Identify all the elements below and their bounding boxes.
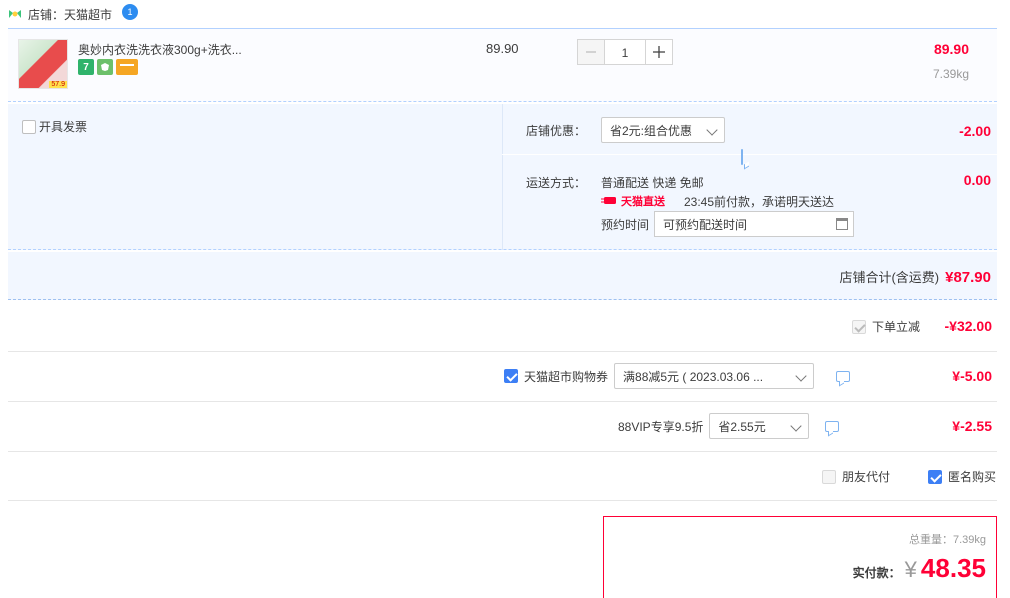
friend-pay-label: 朋友代付 — [841, 470, 890, 484]
coupon-amount: ¥-5.00 — [952, 368, 992, 384]
store-name[interactable]: 店铺：天猫超市 — [28, 6, 112, 23]
reserve-time-input[interactable]: 可预约配送时间 — [654, 211, 854, 237]
product-service-icons: 7 — [78, 59, 138, 75]
vip-selected: 省2.55元 — [718, 419, 766, 434]
total-weight: 总重量：7.39kg — [908, 534, 986, 546]
anonymous-checkbox[interactable] — [927, 469, 942, 484]
wangwang-badge: 1 — [127, 7, 133, 17]
chevron-down-icon — [706, 124, 718, 136]
product-image-price-tag: 57.9 — [49, 81, 67, 88]
product-title[interactable]: 奥妙内衣洗洗衣液300g+洗衣... — [78, 41, 242, 58]
panel-divider — [502, 104, 503, 250]
row-divider — [8, 451, 997, 452]
currency-symbol: ¥ — [904, 557, 917, 582]
coupon-option: 天猫超市购物券 满88减5元 ( 2023.03.06 ... — [504, 363, 851, 389]
store-icon — [9, 10, 21, 18]
store-discount-label: 店铺优惠： — [526, 124, 587, 138]
shipping-label: 运送方式： — [526, 176, 587, 190]
coupon-checkbox[interactable] — [504, 369, 518, 383]
credit-card-icon — [116, 59, 138, 75]
store-header: 店铺：天猫超市 1 — [8, 4, 139, 24]
quantity-decrease-button[interactable] — [577, 39, 605, 65]
coupon-select[interactable]: 满88减5元 ( 2023.03.06 ... — [614, 363, 815, 389]
row-divider — [8, 351, 997, 352]
delivery-promise: 23:45前付款，承诺明天送达 — [684, 195, 835, 209]
instant-discount-amount: -¥32.00 — [944, 318, 992, 334]
shipping-method: 普通配送 快递 免邮 — [601, 176, 704, 190]
friend-pay-checkbox — [821, 469, 836, 484]
message-icon[interactable] — [825, 420, 840, 432]
order-options: 朋友代付 匿名购买 — [821, 468, 996, 485]
chevron-down-icon — [790, 420, 803, 432]
store-discount-select[interactable]: 省2元:组合优惠 — [601, 117, 725, 143]
unit-price: 89.90 — [486, 41, 519, 56]
instant-discount-label: 下单立减 — [871, 320, 920, 334]
product-image[interactable]: 57.9 — [18, 39, 68, 89]
coupon-selected: 满88减5元 ( 2023.03.06 ... — [623, 369, 764, 384]
item-weight: 7.39kg — [932, 67, 969, 81]
panel-divider — [502, 154, 997, 155]
seven-day-return-icon: 7 — [78, 59, 94, 75]
vip-discount-amount: ¥-2.55 — [952, 418, 992, 434]
row-divider — [8, 500, 997, 501]
quantity-increase-button[interactable] — [645, 39, 673, 65]
vip-label: 88VIP专享9.5折 — [618, 419, 704, 434]
payment-total: 实付款： ¥ 48.35 — [853, 553, 986, 584]
payment-label: 实付款： — [852, 566, 901, 580]
vip-discount-option: 88VIP专享9.5折 省2.55元 — [618, 413, 840, 439]
coupon-label: 天猫超市购物券 — [524, 369, 609, 384]
truck-icon — [601, 197, 616, 204]
store-subtotal-amount: ¥87.90 — [945, 269, 991, 286]
instant-discount-option: 下单立减 — [851, 318, 920, 335]
calendar-icon[interactable] — [836, 218, 848, 230]
quantity-stepper: 1 — [577, 39, 673, 65]
item-total-price: 89.90 — [933, 41, 969, 57]
payment-summary: 总重量：7.39kg 实付款： ¥ 48.35 — [603, 516, 997, 598]
quantity-input[interactable]: 1 — [605, 39, 645, 65]
shipping-amount: 0.00 — [963, 172, 991, 188]
row-divider — [8, 401, 997, 402]
store-discount-amount: -2.00 — [959, 123, 991, 139]
wangwang-chat-icon[interactable]: 1 — [122, 4, 139, 20]
message-icon[interactable] — [741, 149, 743, 165]
chevron-down-icon — [795, 370, 807, 382]
guarantee-icon — [97, 59, 113, 75]
seven-day-return-label: 7 — [83, 61, 89, 73]
anonymous-label: 匿名购买 — [947, 470, 996, 484]
store-discount-selected: 省2元:组合优惠 — [610, 123, 693, 138]
store-subtotal-label: 店铺合计(含运费) — [839, 270, 940, 285]
store-subtotal: 店铺合计(含运费) ¥87.90 — [839, 267, 991, 286]
payment-amount: 48.35 — [920, 553, 986, 583]
reserve-time-label: 预约时间 — [601, 218, 650, 232]
tmall-direct-badge: 天猫直送 — [601, 193, 665, 209]
invoice-checkbox[interactable] — [22, 119, 36, 134]
reserve-time-placeholder: 可预约配送时间 — [663, 217, 748, 232]
store-subtotal-row: 店铺合计(含运费) ¥87.90 — [8, 252, 997, 300]
store-options-panel: 开具发票 店铺优惠： 省2元:组合优惠 -2.00 运送方式： 普通配送 快递 … — [8, 104, 997, 250]
cart-item-row: 57.9 奥妙内衣洗洗衣液300g+洗衣... 7 89.90 1 89.90 … — [8, 28, 997, 102]
tmall-direct-label: 天猫直送 — [621, 196, 665, 208]
vip-discount-select[interactable]: 省2.55元 — [709, 413, 810, 439]
message-icon[interactable] — [836, 370, 851, 382]
invoice-label: 开具发票 — [39, 120, 88, 134]
instant-discount-checkbox — [851, 319, 866, 334]
invoice-option[interactable]: 开具发票 — [22, 118, 87, 135]
